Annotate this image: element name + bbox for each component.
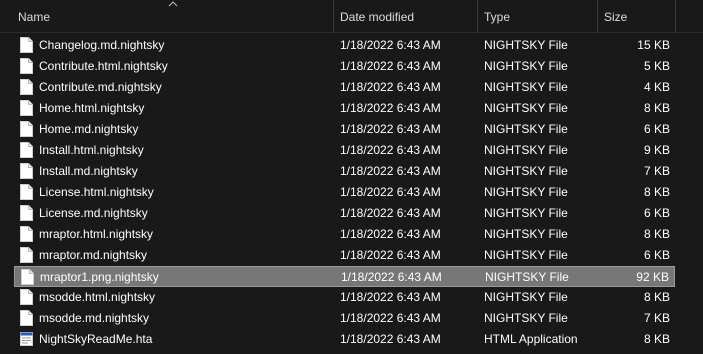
file-size: 8 KB [643,332,670,346]
file-icon [21,269,34,285]
file-row[interactable]: NightSkyReadMe.hta 1/18/2022 6:43 AM HTML … [14,329,675,350]
file-icon [20,163,33,179]
file-size: 8 KB [643,227,670,241]
file-row[interactable]: Changelog.md.nightsky 1/18/2022 6:43 AM NI… [14,35,675,56]
file-size: 8 KB [643,290,670,304]
file-icon [20,121,33,137]
file-row[interactable]: Home.md.nightsky 1/18/2022 6:43 AM NIGHTSK… [14,119,675,140]
file-date-modified: 1/18/2022 6:43 AM [340,311,441,325]
file-type: NIGHTSKY File [484,185,568,199]
file-row[interactable]: mraptor.md.nightsky 1/18/2022 6:43 AM NIGH… [14,245,675,266]
file-type: NIGHTSKY File [484,122,568,136]
file-name: mraptor1.png.nightsky [40,270,159,284]
file-size: 6 KB [643,122,670,136]
file-type: NIGHTSKY File [485,270,569,284]
file-date-modified: 1/18/2022 6:43 AM [340,101,441,115]
file-type: NIGHTSKY File [484,143,568,157]
file-icon [20,184,33,200]
file-name: NightSkyReadMe.hta [39,332,153,346]
file-type: NIGHTSKY File [484,248,568,262]
file-type: NIGHTSKY File [484,290,568,304]
file-date-modified: 1/18/2022 6:43 AM [340,122,441,136]
file-type: NIGHTSKY File [484,59,568,73]
file-icon [20,142,33,158]
file-name: mraptor.md.nightsky [39,248,148,262]
file-row[interactable]: msodde.md.nightsky 1/18/2022 6:43 AM NIGHT… [14,308,675,329]
file-date-modified: 1/18/2022 6:43 AM [340,248,441,262]
file-type: NIGHTSKY File [484,227,568,241]
column-header-bar: Name Date modified Type Size [0,0,703,33]
file-name: msodde.html.nightsky [39,290,156,304]
file-row[interactable]: License.html.nightsky 1/18/2022 6:43 AM NI… [14,182,675,203]
file-size: 5 KB [643,59,670,73]
file-size: 6 KB [643,248,670,262]
file-row[interactable]: Contribute.html.nightsky 1/18/2022 6:43 A… [14,56,675,77]
file-date-modified: 1/18/2022 6:43 AM [340,227,441,241]
file-type: NIGHTSKY File [484,101,568,115]
file-size: 92 KB [636,270,669,284]
file-size: 6 KB [643,206,670,220]
file-row[interactable]: mraptor1.png.nightsky 1/18/2022 6:43 AM NI… [14,266,675,287]
file-size: 7 KB [643,164,670,178]
file-icon [20,79,33,95]
file-name: Install.md.nightsky [39,164,138,178]
file-row[interactable]: msodde.html.nightsky 1/18/2022 6:43 AM NIG… [14,287,675,308]
column-header-size[interactable]: Size [598,0,676,33]
file-row[interactable]: Install.html.nightsky 1/18/2022 6:43 AM NI… [14,140,675,161]
file-icon [20,226,33,242]
file-icon [20,58,33,74]
file-name: Contribute.md.nightsky [39,80,162,94]
file-row[interactable]: Home.html.nightsky 1/18/2022 6:43 AM NIGHT… [14,98,675,119]
file-date-modified: 1/18/2022 6:43 AM [340,38,441,52]
file-date-modified: 1/18/2022 6:43 AM [340,143,441,157]
file-row[interactable]: mraptor.html.nightsky 1/18/2022 6:43 AM NI… [14,224,675,245]
file-icon [20,310,33,326]
column-header-date-modified[interactable]: Date modified [334,0,478,33]
file-type: HTML Application [484,332,578,346]
file-name: mraptor.html.nightsky [39,227,154,241]
file-type: NIGHTSKY File [484,38,568,52]
file-row[interactable]: Contribute.md.nightsky 1/18/2022 6:43 AM N… [14,77,675,98]
file-date-modified: 1/18/2022 6:43 AM [340,185,441,199]
file-name: Changelog.md.nightsky [39,38,165,52]
file-type: NIGHTSKY File [484,164,568,178]
file-row[interactable]: License.md.nightsky 1/18/2022 6:43 AM NIGH… [14,203,675,224]
file-date-modified: 1/18/2022 6:43 AM [341,270,442,284]
file-name: Home.md.nightsky [39,122,139,136]
file-date-modified: 1/18/2022 6:43 AM [340,290,441,304]
file-date-modified: 1/18/2022 6:43 AM [340,206,441,220]
file-name: msodde.md.nightsky [39,311,150,325]
file-date-modified: 1/18/2022 6:43 AM [340,59,441,73]
file-name: Contribute.html.nightsky [39,59,168,73]
file-size: 8 KB [643,185,670,199]
file-name: Home.html.nightsky [39,101,145,115]
file-icon [20,100,33,116]
file-icon [20,289,33,305]
file-size: 8 KB [643,101,670,115]
file-name: License.md.nightsky [39,206,148,220]
file-size: 4 KB [643,80,670,94]
file-icon [20,37,33,53]
file-date-modified: 1/18/2022 6:43 AM [340,80,441,94]
file-type: NIGHTSKY File [484,311,568,325]
file-name: License.html.nightsky [39,185,154,199]
file-type: NIGHTSKY File [484,206,568,220]
file-size: 7 KB [643,311,670,325]
column-header-type[interactable]: Type [478,0,598,33]
file-icon [20,247,33,263]
file-size: 9 KB [643,143,670,157]
file-date-modified: 1/18/2022 6:43 AM [340,332,441,346]
file-size: 15 KB [637,38,670,52]
file-name: Install.html.nightsky [39,143,144,157]
file-type: NIGHTSKY File [484,80,568,94]
file-icon [20,205,33,221]
column-header-name[interactable]: Name [12,0,334,33]
file-row[interactable]: Install.md.nightsky 1/18/2022 6:43 AM NIGH… [14,161,675,182]
html-application-icon [20,331,33,347]
file-date-modified: 1/18/2022 6:43 AM [340,164,441,178]
file-explorer-details-view: Name Date modified Type Size Changelog.m… [0,0,703,354]
